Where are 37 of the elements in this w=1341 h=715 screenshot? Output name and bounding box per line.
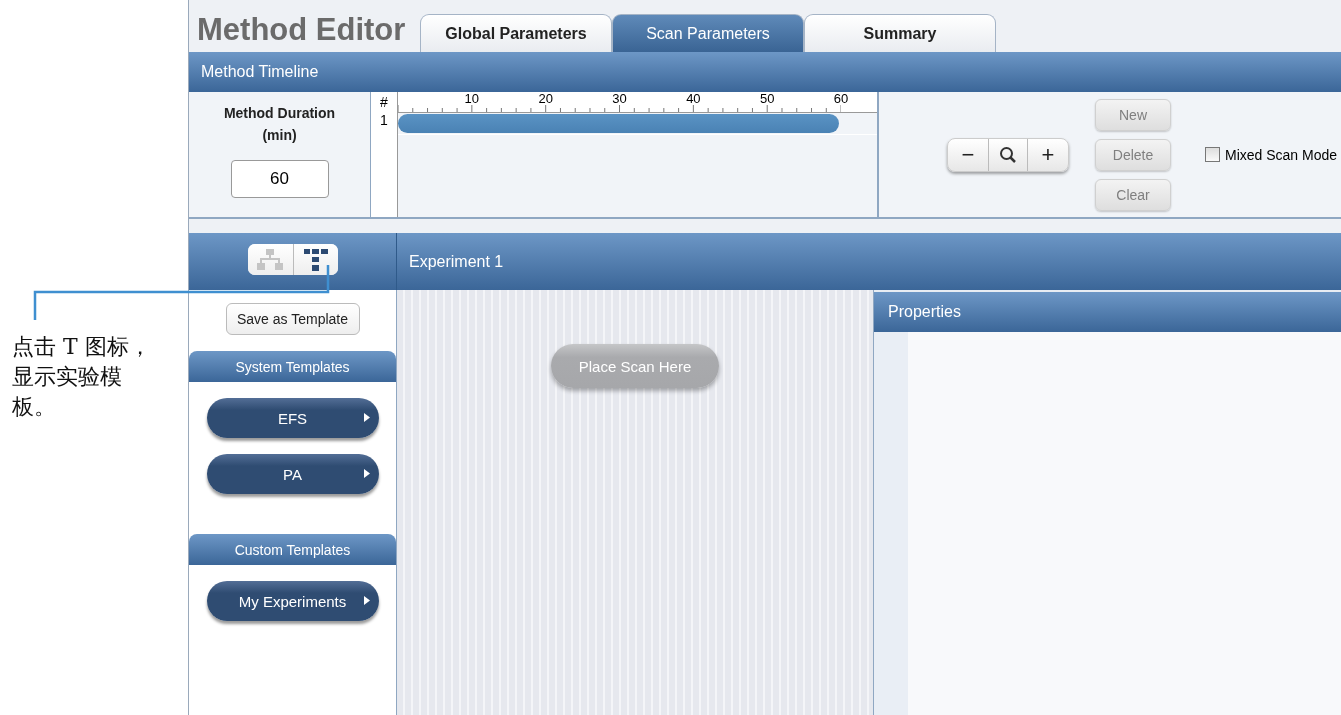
duration-label: Method Duration (min)	[222, 104, 337, 145]
tick-label: 10	[464, 92, 480, 105]
tab[interactable]: Summary	[804, 14, 996, 52]
section-header: System Templates	[189, 351, 396, 382]
zoom-in-button[interactable]: +	[1028, 138, 1068, 171]
tick-label: 60	[833, 92, 849, 105]
search-icon	[999, 145, 1017, 164]
section-header: Method Timeline	[189, 52, 1341, 92]
zoom-out-button[interactable]: −	[948, 138, 988, 171]
experiment-header: Experiment 1	[408, 251, 505, 272]
tick-label: 50	[760, 92, 775, 105]
hierarchy-icon	[257, 248, 283, 271]
callout-text: 点击 T 图标，显示实验模板。	[12, 333, 152, 421]
tick-label: 20	[538, 92, 553, 105]
app-title: Method Editor	[196, 12, 407, 49]
save-template-button[interactable]: Save as Template	[225, 303, 360, 335]
duration-field[interactable]: 60	[230, 160, 329, 198]
t-shape-icon	[303, 248, 328, 271]
zoom-button[interactable]	[988, 138, 1028, 171]
checkbox[interactable]	[1205, 147, 1220, 162]
row-number: 1	[379, 112, 389, 130]
template-item[interactable]: EFS	[206, 398, 379, 438]
arrow-icon	[363, 413, 370, 422]
template-item[interactable]: PA	[206, 454, 379, 494]
tab[interactable]: Global Parameters	[420, 14, 612, 52]
tab[interactable]: Scan Parameters	[612, 14, 804, 52]
template-view-button[interactable]	[292, 244, 338, 275]
arrow-icon	[363, 469, 370, 478]
checkbox-label: Mixed Scan Mode	[1225, 146, 1338, 163]
template-item[interactable]: My Experiments	[206, 581, 379, 621]
tree-view-button[interactable]	[247, 244, 293, 275]
section-header: Custom Templates	[189, 534, 396, 565]
tick-label: 40	[686, 92, 701, 105]
panel-header: Properties	[874, 292, 1341, 332]
arrow-icon	[363, 596, 370, 605]
tick-label: 30	[612, 92, 627, 105]
column-header: #	[379, 93, 389, 112]
